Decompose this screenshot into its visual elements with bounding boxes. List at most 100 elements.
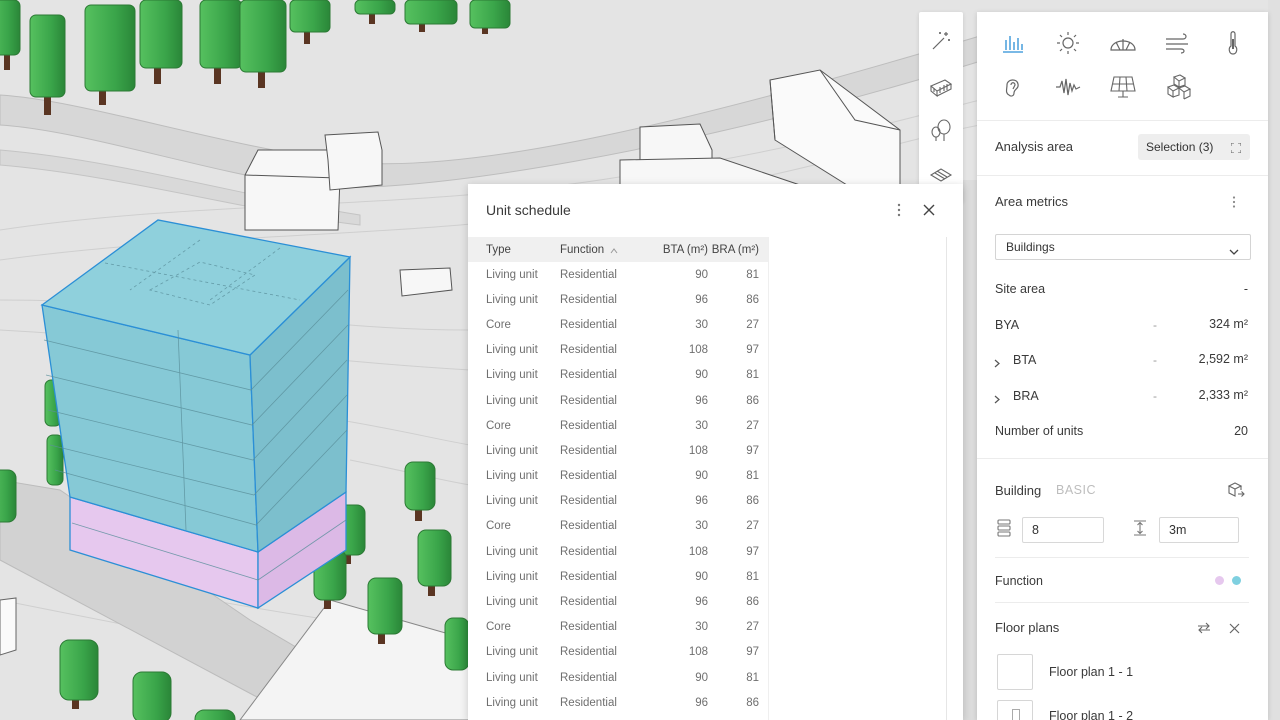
magic-wand-icon[interactable] [926, 26, 956, 56]
bta-value: 2,592 m² [1198, 352, 1248, 366]
cell-function: Residential [560, 520, 617, 533]
cell-type: Living unit [486, 596, 538, 609]
site-area-label: Site area [995, 282, 1046, 296]
sun-icon[interactable] [1053, 28, 1083, 58]
more-vertical-icon[interactable] [1232, 195, 1238, 209]
close-icon[interactable] [1229, 621, 1240, 639]
cell-function: Residential [560, 596, 617, 609]
building-export-icon[interactable] [1227, 482, 1245, 503]
trees-icon[interactable] [926, 116, 956, 146]
floor-plan-thumbnail[interactable] [997, 654, 1033, 690]
table-row[interactable]: Living unit Residential 90 81 [468, 665, 768, 690]
cell-bta: 30 [695, 621, 708, 634]
table-row[interactable]: Living unit Residential 108 97 [468, 338, 768, 363]
wind-icon[interactable] [1163, 28, 1193, 58]
selection-button[interactable]: Selection (3) [1138, 134, 1250, 160]
cell-type: Living unit [486, 646, 538, 659]
floor-height-input[interactable]: 3m [1159, 517, 1239, 543]
function-color-dot-residential[interactable] [1215, 576, 1224, 585]
cell-bra: 86 [746, 293, 759, 306]
column-header-function[interactable]: Function [560, 237, 640, 262]
table-row[interactable]: Living unit Residential 90 81 [468, 564, 768, 589]
table-row[interactable]: Living unit Residential 96 86 [468, 589, 768, 614]
cell-function: Residential [560, 621, 617, 634]
table-row[interactable]: Living unit Residential 96 86 [468, 489, 768, 514]
bta-label: BTA [1013, 353, 1037, 367]
selected-building [40, 219, 352, 610]
chevron-right-icon[interactable] [994, 355, 1000, 373]
table-row[interactable]: Living unit Residential 96 86 [468, 690, 768, 715]
table-row[interactable]: Living unit Residential 108 97 [468, 438, 768, 463]
more-vertical-icon[interactable] [889, 200, 909, 220]
thermometer-icon[interactable] [1218, 28, 1248, 58]
ear-noise-icon[interactable] [998, 72, 1028, 102]
bra-dash: - [1153, 389, 1157, 403]
solar-panel-icon[interactable] [1108, 72, 1138, 102]
bar-chart-icon[interactable] [998, 28, 1028, 58]
cell-type: Living unit [486, 671, 538, 684]
cell-bta: 96 [695, 596, 708, 609]
table-row[interactable]: Living unit Residential 108 97 [468, 539, 768, 564]
cell-function: Residential [560, 394, 617, 407]
table-row[interactable]: Core Residential 30 27 [468, 312, 768, 337]
column-header-type[interactable]: Type [468, 237, 560, 262]
table-row[interactable]: Core Residential 30 27 [468, 413, 768, 438]
cell-function: Residential [560, 646, 617, 659]
cell-function: Residential [560, 470, 617, 483]
floors-input[interactable]: 8 [1022, 517, 1104, 543]
swap-icon[interactable] [1197, 621, 1211, 639]
table-row[interactable]: Living unit Residential 90 81 [468, 262, 768, 287]
table-row[interactable]: Core Residential 30 27 [468, 514, 768, 539]
table-row[interactable]: Living unit Residential 96 86 [468, 388, 768, 413]
tool-sidebar [919, 12, 963, 202]
column-header-bra[interactable]: BRA (m²) [708, 237, 768, 262]
cell-function: Residential [560, 318, 617, 331]
selection-button-label: Selection (3) [1146, 140, 1214, 154]
floor-height-icon [1133, 520, 1147, 541]
close-icon[interactable] [919, 200, 939, 220]
cell-bra: 81 [746, 470, 759, 483]
cell-bra: 81 [746, 369, 759, 382]
function-color-dot-glass[interactable] [1232, 576, 1241, 585]
floors-icon [997, 519, 1011, 542]
table-row[interactable]: Living unit Residential 108 97 [468, 640, 768, 665]
floors-value: 8 [1032, 523, 1039, 537]
cell-bta: 108 [688, 646, 708, 659]
cell-bta: 30 [695, 419, 708, 432]
divider [977, 458, 1268, 459]
table-row[interactable]: Living unit Residential 96 86 [468, 287, 768, 312]
cell-bta: 90 [695, 268, 708, 281]
cell-type: Core [486, 621, 511, 634]
cell-type: Living unit [486, 394, 538, 407]
column-header-bta[interactable]: BTA (m²) [640, 237, 708, 262]
metrics-scope-dropdown[interactable]: Buildings [995, 234, 1251, 260]
floor-height-value: 3m [1169, 523, 1187, 537]
cell-function: Residential [560, 293, 617, 306]
building-block-icon[interactable] [926, 72, 956, 102]
daylight-dome-icon[interactable] [1108, 28, 1138, 58]
floor-plan-name[interactable]: Floor plan 1 - 1 [1049, 665, 1133, 679]
cell-bra: 86 [746, 596, 759, 609]
soundwave-icon[interactable] [1053, 72, 1083, 102]
cell-bra: 97 [746, 545, 759, 558]
cell-bra: 86 [746, 394, 759, 407]
floor-plan-thumbnail[interactable] [997, 700, 1033, 720]
cell-bta: 30 [695, 318, 708, 331]
units-label: Number of units [995, 424, 1084, 438]
table-header-row: Type Function BTA (m²) BRA (m²) [468, 237, 768, 262]
cell-bra: 27 [746, 318, 759, 331]
cell-type: Core [486, 520, 511, 533]
table-row[interactable]: Living unit Residential 90 81 [468, 363, 768, 388]
scrollbar-track[interactable] [946, 237, 947, 720]
table-row[interactable]: Core Residential 30 27 [468, 615, 768, 640]
floor-plan-name[interactable]: Floor plan 1 - 2 [1049, 709, 1133, 720]
cell-function: Residential [560, 671, 617, 684]
cell-bta: 96 [695, 495, 708, 508]
cell-type: Living unit [486, 696, 538, 709]
chevron-right-icon[interactable] [994, 391, 1000, 409]
table-row[interactable]: Living unit Residential 90 81 [468, 464, 768, 489]
cell-function: Residential [560, 545, 617, 558]
dropdown-value: Buildings [1006, 240, 1055, 254]
volumes-icon[interactable] [1163, 72, 1193, 102]
unit-schedule-title: Unit schedule [486, 202, 571, 218]
